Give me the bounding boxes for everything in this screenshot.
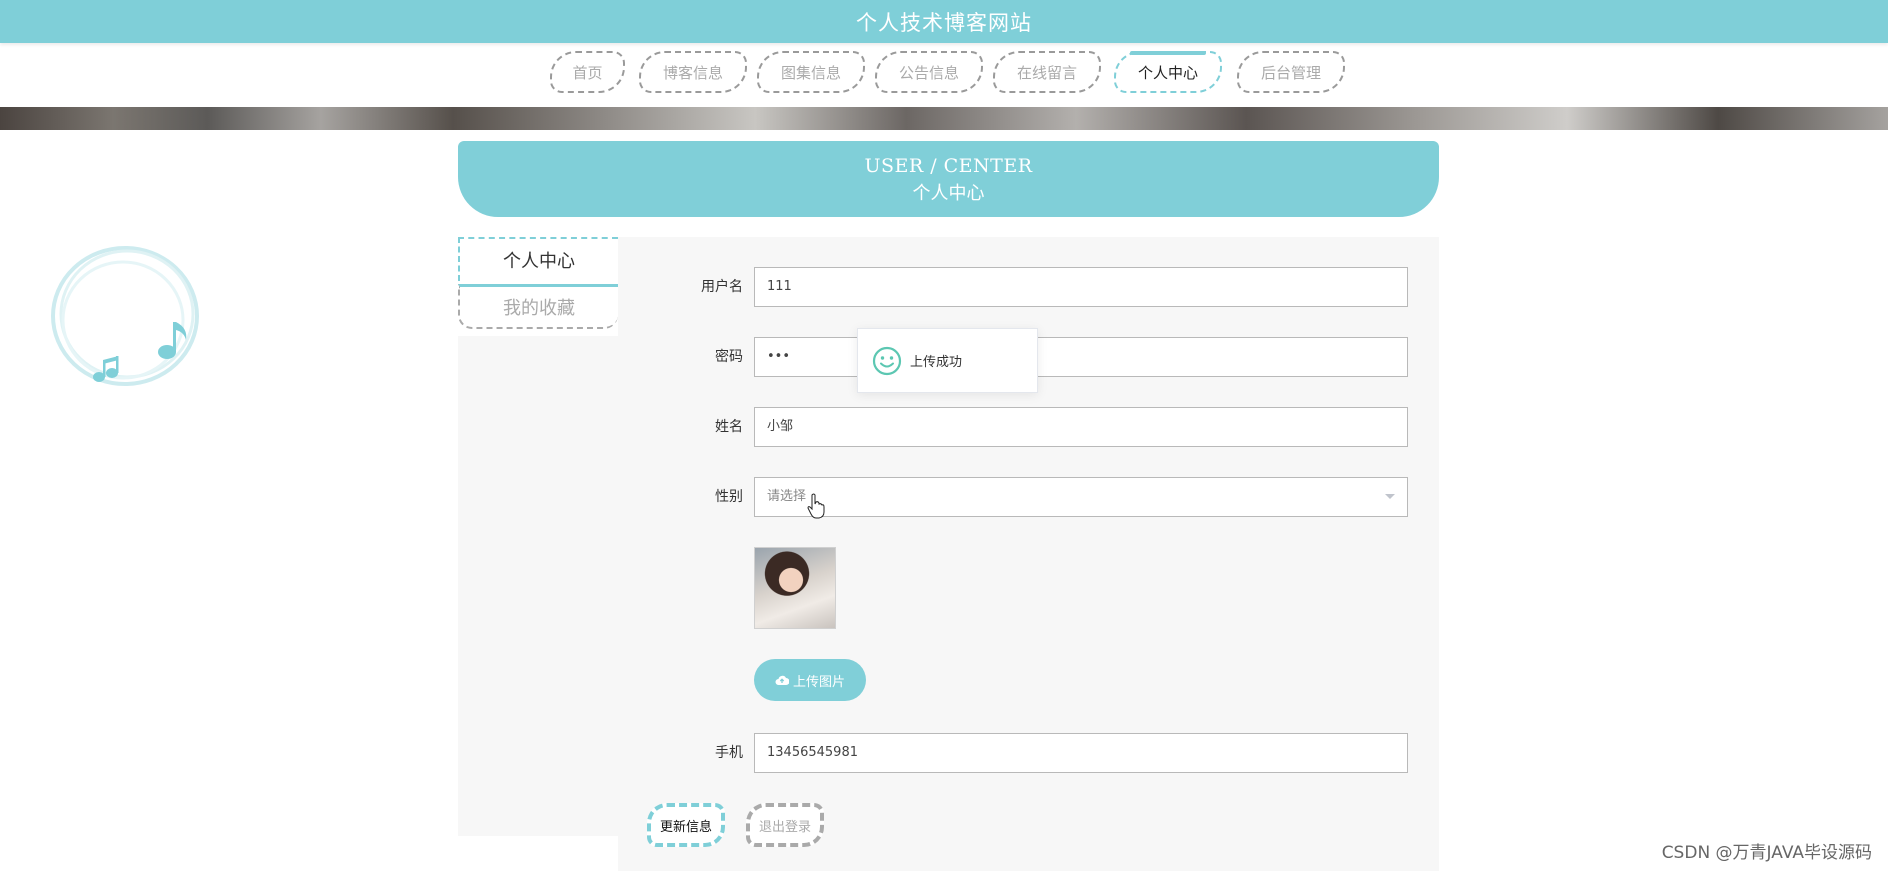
section-title-en: USER / CENTER <box>864 155 1033 177</box>
phone-label: 手机 <box>715 745 743 761</box>
side-menu-background <box>458 336 618 836</box>
username-input[interactable]: 111 <box>754 267 1408 307</box>
gender-select[interactable]: 请选择 <box>754 477 1408 517</box>
main-nav: 首页 博客信息 图集信息 公告信息 在线留言 个人中心 后台管理 <box>0 49 1888 97</box>
nav-item-gallery[interactable]: 图集信息 <box>757 51 865 93</box>
password-label: 密码 <box>715 349 743 365</box>
nav-item-user-center[interactable]: 个人中心 <box>1114 51 1222 93</box>
toast-message: 上传成功 <box>910 355 963 370</box>
username-label: 用户名 <box>701 279 743 295</box>
form-row-name: 姓名 小邹 <box>618 407 1439 449</box>
cloud-upload-icon <box>775 675 789 685</box>
chevron-down-icon <box>1385 494 1395 499</box>
nav-item-admin[interactable]: 后台管理 <box>1237 51 1345 93</box>
nav-item-blog[interactable]: 博客信息 <box>639 51 747 93</box>
name-input[interactable]: 小邹 <box>754 407 1408 447</box>
nav-item-notice[interactable]: 公告信息 <box>875 51 983 93</box>
update-info-button[interactable]: 更新信息 <box>647 803 725 847</box>
form-row-gender: 性别 请选择 <box>618 477 1439 519</box>
avatar-image <box>754 547 836 629</box>
upload-image-button[interactable]: 上传图片 <box>754 659 866 701</box>
watermark: CSDN @万青JAVA毕设源码 <box>1661 843 1872 863</box>
nav-item-message[interactable]: 在线留言 <box>993 51 1101 93</box>
logout-button[interactable]: 退出登录 <box>746 803 824 847</box>
phone-input[interactable]: 13456545981 <box>754 733 1408 773</box>
upload-success-toast: 上传成功 <box>857 328 1038 393</box>
side-menu: 个人中心 我的收藏 <box>458 237 618 329</box>
form-row-username: 用户名 111 <box>618 267 1439 309</box>
password-input[interactable]: ••• <box>754 337 1408 377</box>
smile-icon <box>872 346 902 375</box>
gender-label: 性别 <box>715 489 743 505</box>
site-title: 个人技术博客网站 <box>856 11 1032 35</box>
music-note-icon <box>51 246 199 386</box>
banner-image <box>0 107 1888 130</box>
upload-image-label: 上传图片 <box>792 674 845 690</box>
side-menu-item-user-center[interactable]: 个人中心 <box>458 237 618 281</box>
top-bar: 个人技术博客网站 <box>0 0 1888 43</box>
name-label: 姓名 <box>715 419 743 435</box>
nav-item-home[interactable]: 首页 <box>550 51 625 93</box>
form-row-phone: 手机 13456545981 <box>618 733 1439 775</box>
section-title-cn: 个人中心 <box>912 183 985 204</box>
hand-pointer-icon <box>807 493 825 519</box>
side-menu-item-favorites[interactable]: 我的收藏 <box>458 284 618 329</box>
section-header: USER / CENTER 个人中心 <box>458 141 1439 217</box>
gender-placeholder: 请选择 <box>767 489 807 504</box>
